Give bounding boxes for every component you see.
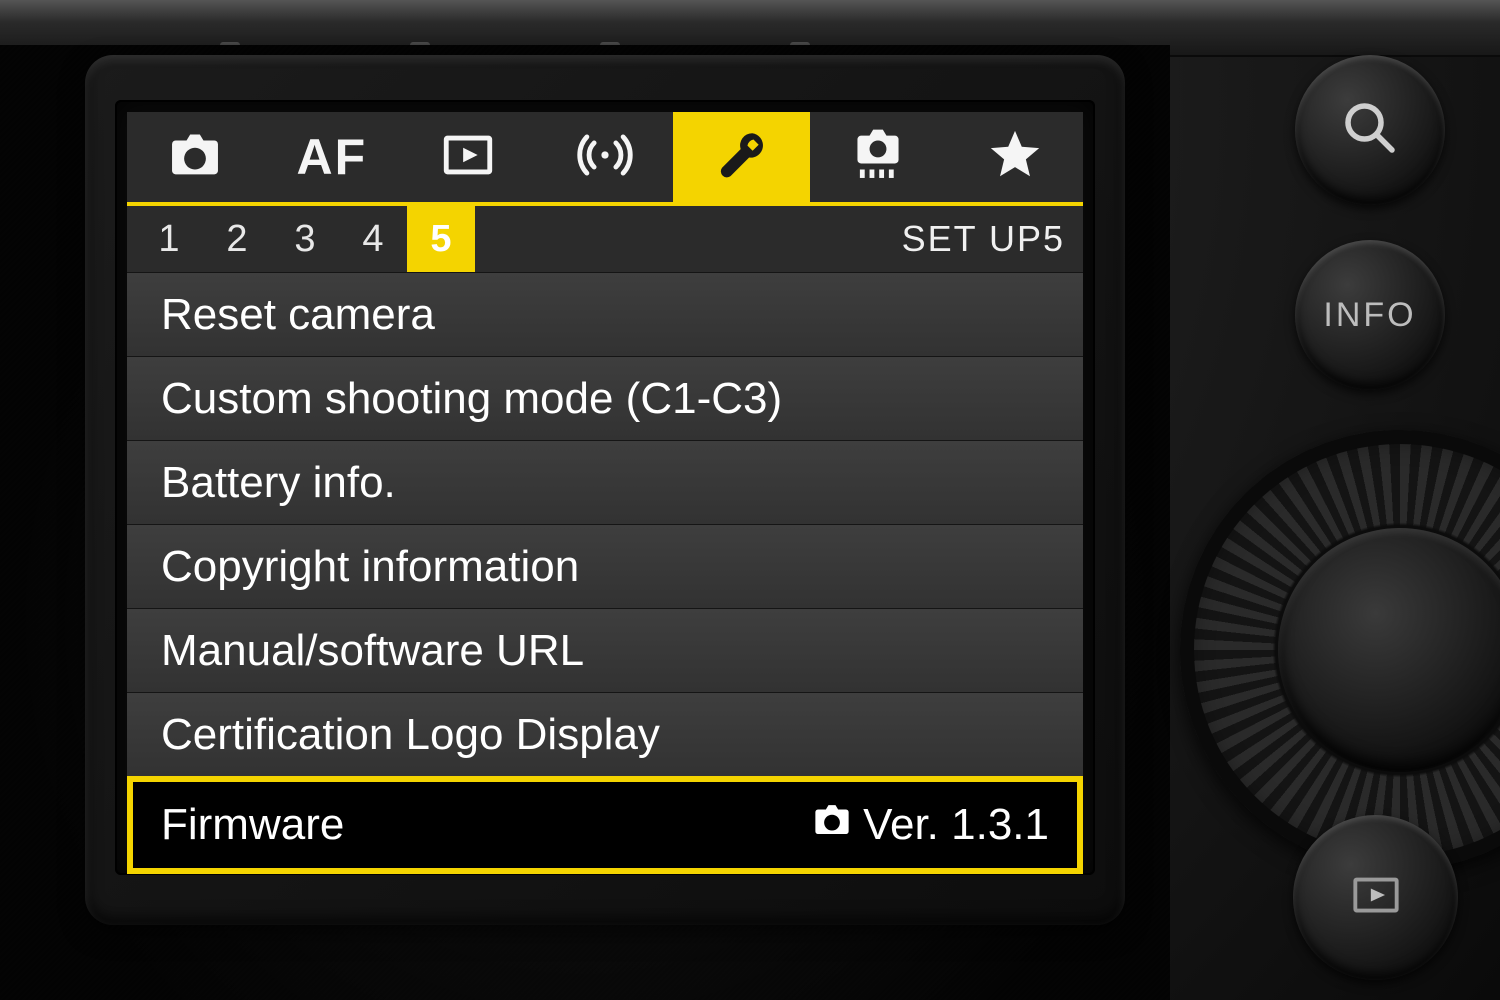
- tab-custom-functions[interactable]: [810, 112, 947, 202]
- menu-item-label: Copyright information: [161, 542, 579, 592]
- menu-item-label: Certification Logo Display: [161, 710, 660, 760]
- tab-playback[interactable]: [400, 112, 537, 202]
- playback-icon: [1345, 864, 1407, 931]
- magnify-icon: [1337, 95, 1403, 166]
- page-number: 3: [294, 218, 315, 261]
- tab-autofocus[interactable]: AF: [264, 112, 401, 202]
- lcd-glass: AF: [115, 100, 1095, 875]
- menu-page-3[interactable]: 3: [271, 206, 339, 272]
- menu-item-battery-info[interactable]: Battery info.: [127, 440, 1083, 524]
- menu-page-4[interactable]: 4: [339, 206, 407, 272]
- star-icon: [986, 126, 1044, 189]
- af-text-icon: AF: [297, 128, 368, 186]
- firmware-version: Ver. 1.3.1: [863, 800, 1049, 850]
- menu-item-label: Custom shooting mode (C1-C3): [161, 374, 782, 424]
- info-button-label: INFO: [1323, 296, 1416, 335]
- menu-page-1[interactable]: 1: [135, 206, 203, 272]
- menu-item-label: Reset camera: [161, 290, 435, 340]
- menu-item-manual-software-url[interactable]: Manual/software URL: [127, 608, 1083, 692]
- menu-page-2[interactable]: 2: [203, 206, 271, 272]
- menu-tab-bar: AF: [127, 112, 1083, 206]
- wireless-icon: [576, 126, 634, 189]
- tab-wireless[interactable]: [537, 112, 674, 202]
- menu-item-label: Battery info.: [161, 458, 396, 508]
- tab-setup[interactable]: [673, 112, 810, 202]
- page-number: 4: [362, 218, 383, 261]
- menu-item-firmware[interactable]: Firmware Ver. 1.3.1: [127, 776, 1083, 874]
- tab-mymenu[interactable]: [946, 112, 1083, 202]
- camera-icon: [811, 799, 853, 852]
- tab-shooting[interactable]: [127, 112, 264, 202]
- page-number: 1: [158, 218, 179, 261]
- menu-item-reset-camera[interactable]: Reset camera: [127, 272, 1083, 356]
- page-number: 2: [226, 218, 247, 261]
- wrench-icon: [713, 126, 771, 189]
- menu-breadcrumb: SET UP5: [902, 218, 1065, 260]
- menu-item-copyright-information[interactable]: Copyright information: [127, 524, 1083, 608]
- menu-item-certification-logo-display[interactable]: Certification Logo Display: [127, 692, 1083, 776]
- lcd-bezel: AF: [85, 55, 1125, 925]
- menu-item-value: Ver. 1.3.1: [811, 799, 1049, 852]
- info-button[interactable]: INFO: [1295, 240, 1445, 390]
- menu-item-label: Manual/software URL: [161, 626, 584, 676]
- menu-page-row: 1 2 3 4 5 SET UP5: [127, 206, 1083, 272]
- playback-button[interactable]: [1293, 815, 1458, 980]
- menu-item-label: Firmware: [161, 800, 344, 850]
- menu-page-5[interactable]: 5: [407, 206, 475, 272]
- menu-item-custom-shooting-mode[interactable]: Custom shooting mode (C1-C3): [127, 356, 1083, 440]
- magnify-button[interactable]: [1295, 55, 1445, 205]
- camera-body: AF: [0, 0, 1500, 1000]
- playback-icon: [439, 126, 497, 189]
- custom-fn-icon: [849, 126, 907, 189]
- menu-screen: AF: [127, 112, 1083, 863]
- camera-icon: [166, 126, 224, 189]
- page-number: 5: [430, 218, 451, 261]
- menu-item-list: Reset camera Custom shooting mode (C1-C3…: [127, 272, 1083, 874]
